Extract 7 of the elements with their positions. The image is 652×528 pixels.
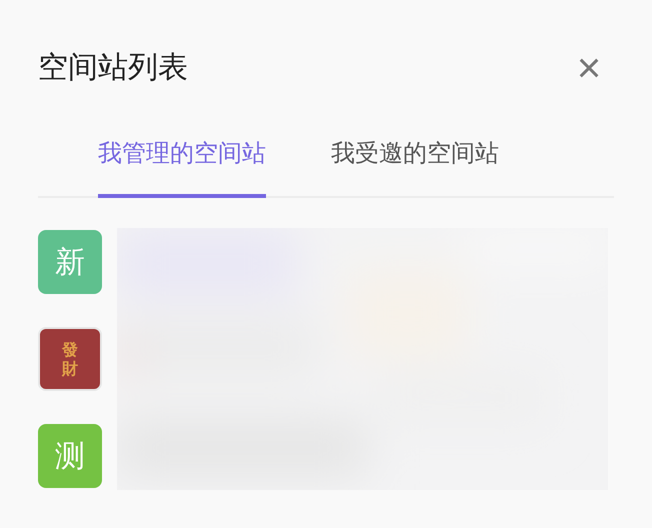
station-avatar[interactable]: 發財 bbox=[38, 327, 102, 391]
tab[interactable]: 我受邀的空间站 bbox=[331, 136, 499, 198]
dialog-title: 空间站列表 bbox=[38, 53, 188, 83]
close-button[interactable]: × bbox=[574, 48, 604, 88]
station-avatar[interactable]: 新 bbox=[38, 230, 102, 294]
tab[interactable]: 我管理的空间站 bbox=[98, 136, 266, 198]
station-avatar[interactable]: 测 bbox=[38, 424, 102, 488]
